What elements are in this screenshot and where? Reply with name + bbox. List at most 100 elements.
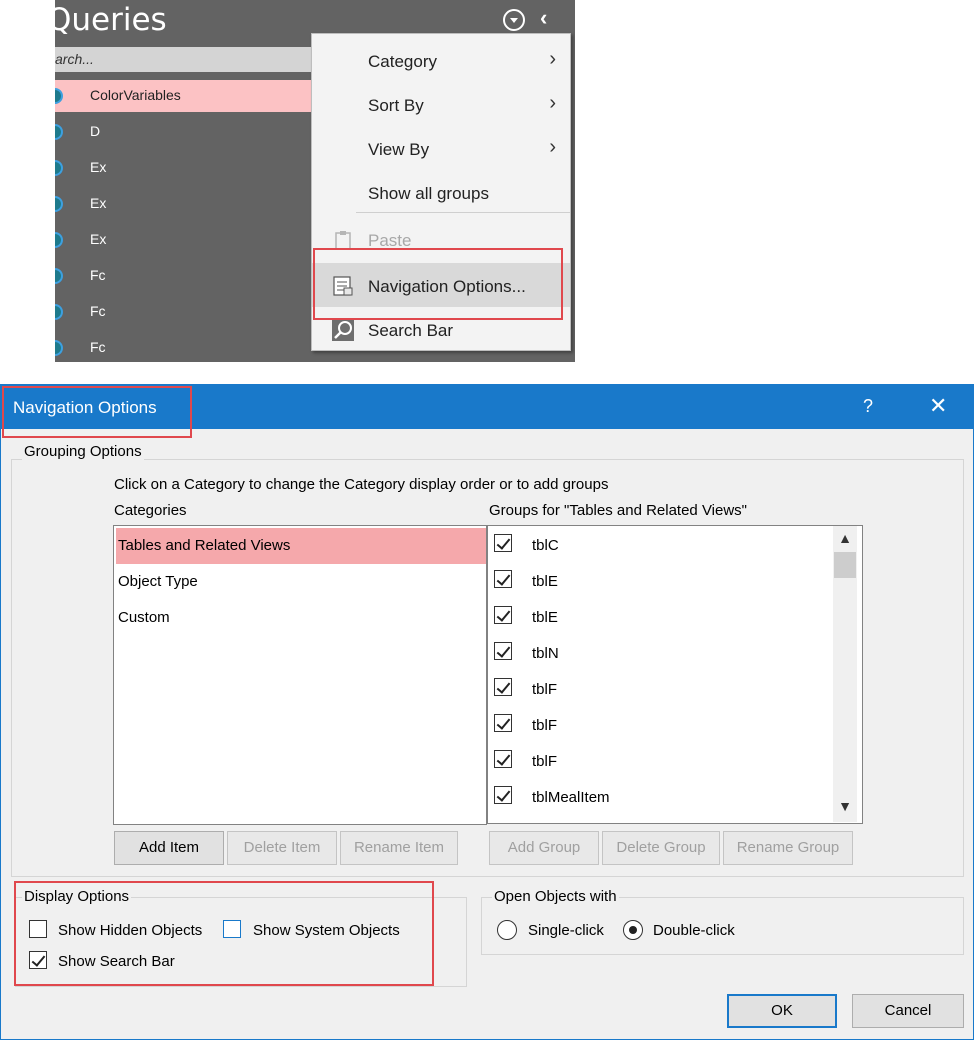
menu-item-label: Show all groups xyxy=(368,184,489,203)
scroll-up-icon[interactable]: ▲ xyxy=(833,530,857,552)
list-item-label: tblF xyxy=(532,753,558,770)
list-item[interactable]: tblF xyxy=(490,742,830,778)
query-icon xyxy=(55,160,63,176)
double-click-label: Double-click xyxy=(653,922,735,939)
checkbox[interactable] xyxy=(494,678,512,696)
delete-item-button[interactable]: Delete Item xyxy=(227,831,337,865)
list-item[interactable]: Fc xyxy=(55,296,313,328)
categories-list[interactable]: Tables and Related Views Object Type Cus… xyxy=(113,525,487,825)
list-item-label: tblF xyxy=(532,681,558,698)
list-item-label: Object Type xyxy=(118,573,198,590)
cancel-button[interactable]: Cancel xyxy=(852,994,964,1028)
menu-item-sort-by[interactable]: Sort By › xyxy=(312,82,570,126)
list-item[interactable]: tblMealItem xyxy=(490,778,830,814)
scroll-down-icon[interactable]: ▼ xyxy=(833,798,857,820)
chevron-down-circle-icon[interactable] xyxy=(503,9,525,31)
checkbox[interactable] xyxy=(494,642,512,660)
list-item-label: Custom xyxy=(118,609,170,626)
search-input[interactable]: arch... xyxy=(55,47,313,72)
checkbox[interactable] xyxy=(494,534,512,552)
navigation-options-dialog: Navigation Options ? ✕ Grouping Options … xyxy=(0,384,974,1040)
list-item[interactable]: Tables and Related Views xyxy=(116,528,486,564)
list-item-label: tblE xyxy=(532,609,558,626)
list-item[interactable]: tblN xyxy=(490,634,830,670)
list-item[interactable]: Ex xyxy=(55,152,313,184)
list-item-label: D xyxy=(90,123,101,139)
list-item[interactable]: Ex xyxy=(55,224,313,256)
chevron-right-icon: › xyxy=(549,92,556,114)
instruction-text: Click on a Category to change the Catego… xyxy=(114,476,609,493)
list-item-label: Ex xyxy=(90,231,107,247)
list-item[interactable]: tblE xyxy=(490,562,830,598)
close-button[interactable]: ✕ xyxy=(929,393,947,419)
delete-group-button[interactable]: Delete Group xyxy=(602,831,720,865)
menu-item-label: View By xyxy=(368,140,430,159)
ok-button[interactable]: OK xyxy=(727,994,837,1028)
list-item[interactable]: tblE xyxy=(490,598,830,634)
grouping-options-label: Grouping Options xyxy=(22,443,144,460)
query-icon xyxy=(55,88,63,104)
list-item-label: Fc xyxy=(90,267,106,283)
query-icon xyxy=(55,232,63,248)
list-item[interactable]: Custom xyxy=(116,600,486,636)
menu-item-category[interactable]: Category › xyxy=(312,38,570,82)
checkbox[interactable] xyxy=(494,714,512,732)
list-item-label: Ex xyxy=(90,159,107,175)
add-group-button[interactable]: Add Group xyxy=(489,831,599,865)
rename-group-button[interactable]: Rename Group xyxy=(723,831,853,865)
list-item[interactable]: D xyxy=(55,116,313,148)
list-item-label: tblF xyxy=(532,717,558,734)
list-item[interactable]: Object Type xyxy=(116,564,486,600)
rename-item-button[interactable]: Rename Item xyxy=(340,831,458,865)
query-icon xyxy=(55,268,63,284)
menu-separator xyxy=(356,212,570,213)
single-click-label: Single-click xyxy=(528,922,604,939)
groups-list[interactable]: tblC tblE tblE tblN tblF tblF tblF tblMe… xyxy=(487,525,863,824)
list-item-label: tblC xyxy=(532,537,559,554)
query-icon xyxy=(55,124,63,140)
list-item[interactable]: Fc xyxy=(55,260,313,292)
search-placeholder: arch... xyxy=(55,51,94,67)
list-item-label: Ex xyxy=(90,195,107,211)
single-click-radio[interactable] xyxy=(497,920,517,940)
open-objects-label: Open Objects with xyxy=(492,888,619,905)
menu-item-view-by[interactable]: View By › xyxy=(312,126,570,170)
query-icon xyxy=(55,196,63,212)
vertical-scrollbar[interactable]: ▲ ▼ xyxy=(833,526,857,822)
list-item-label: tblMealItem xyxy=(532,789,610,806)
checkbox[interactable] xyxy=(494,606,512,624)
list-item-label: Fc xyxy=(90,303,106,319)
list-item[interactable]: ColorVariables xyxy=(55,80,313,112)
query-icon xyxy=(55,340,63,356)
list-item-label: ColorVariables xyxy=(90,87,181,103)
query-icon xyxy=(55,304,63,320)
checkbox[interactable] xyxy=(494,750,512,768)
list-item[interactable]: tblC xyxy=(490,526,830,562)
list-item[interactable]: tblF xyxy=(490,670,830,706)
navigation-pane-title: Queries xyxy=(55,2,167,38)
list-item-label: tblN xyxy=(532,645,559,662)
navigation-pane: Queries ‹ arch... ColorVariables D Ex Ex… xyxy=(55,0,575,362)
chevron-right-icon: › xyxy=(549,48,556,70)
list-item[interactable]: Ex xyxy=(55,188,313,220)
checkbox[interactable] xyxy=(494,786,512,804)
highlight-box xyxy=(313,248,563,320)
list-item-label: Tables and Related Views xyxy=(118,537,291,554)
highlight-box xyxy=(2,386,192,438)
categories-label: Categories xyxy=(114,502,187,519)
double-click-radio[interactable] xyxy=(623,920,643,940)
list-item[interactable]: Fc xyxy=(55,332,313,362)
chevron-right-icon: › xyxy=(549,136,556,158)
add-item-button[interactable]: Add Item xyxy=(114,831,224,865)
menu-item-show-all-groups[interactable]: Show all groups xyxy=(312,170,570,214)
chevron-left-icon[interactable]: ‹ xyxy=(540,5,547,31)
help-button[interactable]: ? xyxy=(863,396,873,417)
magnifier-icon xyxy=(332,319,354,341)
menu-item-label: Sort By xyxy=(368,96,424,115)
scroll-thumb[interactable] xyxy=(834,552,856,578)
list-item[interactable]: tblF xyxy=(490,706,830,742)
menu-item-label: Category xyxy=(368,52,437,71)
checkbox[interactable] xyxy=(494,570,512,588)
list-item-label: Fc xyxy=(90,339,106,355)
menu-item-label: Search Bar xyxy=(368,321,454,340)
